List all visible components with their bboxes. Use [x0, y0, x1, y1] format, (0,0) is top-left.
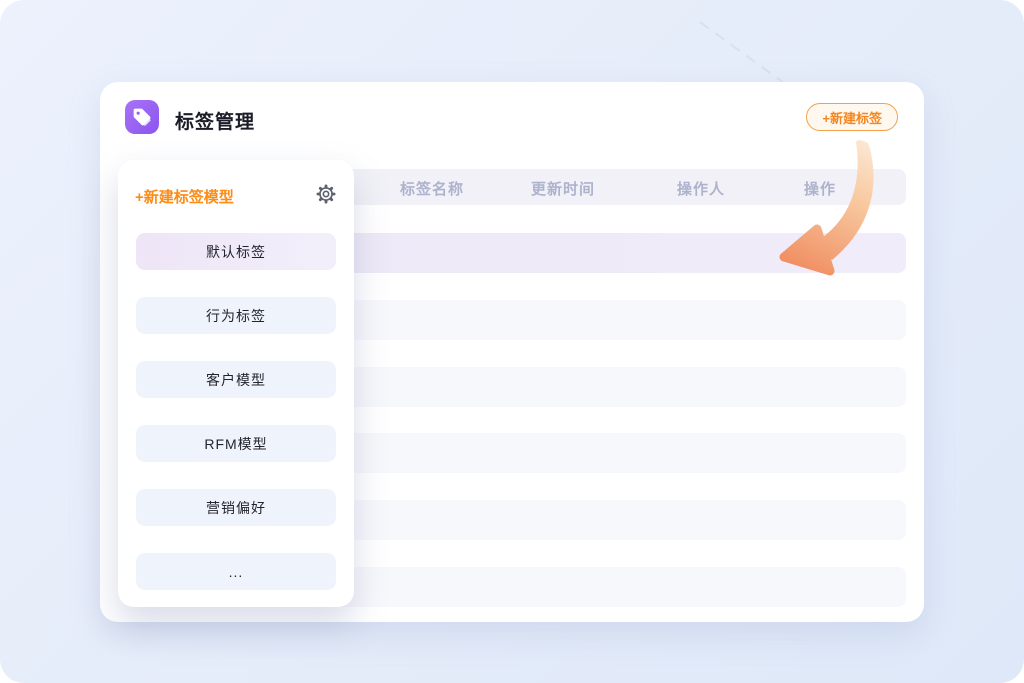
sidebar-item-rfm-model[interactable]: RFM模型 [136, 425, 336, 462]
gear-icon[interactable] [314, 182, 338, 206]
sidebar-item-behavior-tags[interactable]: 行为标签 [136, 297, 336, 334]
tag-model-panel: +新建标签模型 默认标签 行为标签 客户模型 RFM模型 营销偏好 . [118, 160, 354, 607]
tag-management-card: 标签管理 +新建标签 标签名称 更新时间 操作人 操作 +新建标签模型 [100, 82, 924, 622]
column-header-update-time: 更新时间 [531, 178, 595, 199]
page-background: 标签管理 +新建标签 标签名称 更新时间 操作人 操作 +新建标签模型 [0, 0, 1024, 683]
new-tag-model-link[interactable]: +新建标签模型 [135, 186, 234, 207]
sidebar-item-marketing-pref[interactable]: 营销偏好 [136, 489, 336, 526]
column-header-operator: 操作人 [677, 178, 725, 199]
sidebar-item-default-tags[interactable]: 默认标签 [136, 233, 336, 270]
column-header-actions: 操作 [804, 178, 836, 199]
new-tag-button[interactable]: +新建标签 [806, 103, 898, 131]
sidebar-item-customer-model[interactable]: 客户模型 [136, 361, 336, 398]
page-title: 标签管理 [175, 107, 255, 134]
tag-icon [125, 100, 159, 134]
sidebar-item-more[interactable]: ... [136, 553, 336, 590]
column-header-tag-name: 标签名称 [400, 178, 464, 199]
